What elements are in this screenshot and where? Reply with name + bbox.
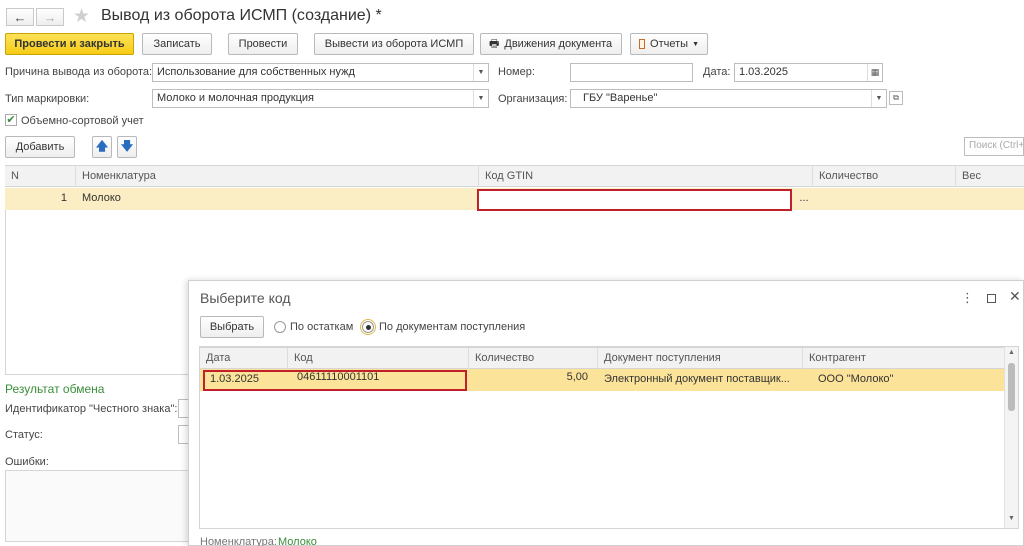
report-icon [639,39,646,49]
dialog-table-header: Дата Код Количество Документ поступления… [200,347,1004,369]
gtin-select-button[interactable]: ... [795,188,813,210]
row-nomenclature: Молоко [82,192,121,204]
table-area [5,210,6,375]
dialog-scrollbar[interactable]: ▲ ▼ [1004,347,1018,528]
search-input[interactable]: Поиск (Ctrl+F) [964,137,1024,156]
maximize-icon[interactable] [987,294,996,303]
open-icon[interactable]: ⧉ [889,91,903,105]
status-field[interactable] [178,425,188,444]
col-weight[interactable]: Вес [956,166,1024,187]
calendar-icon[interactable]: ▦ [867,64,882,81]
radio-dot [365,324,371,330]
arrow-right-icon: → [43,9,57,25]
status-label: Статус: [5,429,43,441]
dialog-table-row[interactable]: 1.03.2025 04611110001101 5,00 Электронны… [200,369,1004,391]
printer-icon: 🖶 [489,37,500,50]
reports-button[interactable]: Отчеты ▼ [630,33,708,55]
scroll-down-icon[interactable]: ▼ [1008,515,1015,522]
organization-label: Организация: [498,93,568,105]
row-date: 1.03.2025 [210,373,259,385]
errors-label: Ошибки: [5,456,49,468]
withdraw-ismp-button[interactable]: Вывести из оборота ИСМП [314,33,474,55]
arrow-down-icon: 🡇 [120,138,134,153]
move-up-button[interactable]: 🡅 [92,136,112,158]
arrow-left-icon: ← [13,9,27,25]
chevron-down-icon: ▼ [692,40,699,48]
col-code[interactable]: Код [288,348,469,369]
organization-field[interactable]: ГБУ "Варенье" ▼ [570,89,887,108]
radio-docs-label: По документам поступления [379,321,526,333]
footer-nomenclature-value: Молоко [278,536,317,546]
select-code-dialog: Выберите код ⋮ ✕ Выбрать По остаткам По … [188,280,1024,546]
chevron-down-icon[interactable]: ▼ [871,90,886,107]
errors-field[interactable] [5,470,188,542]
save-button[interactable]: Записать [142,33,212,55]
table-header: N Номенклатура Код GTIN Количество Вес [5,165,1024,187]
number-label: Номер: [498,66,535,78]
row-receipt-doc: Электронный документ поставщик... [604,373,790,385]
back-button[interactable]: ← [6,8,34,26]
col-quantity[interactable]: Количество [469,348,598,369]
footer-nomenclature-label: Номенклатура: [200,536,277,546]
row-contractor: ООО "Молоко" [818,373,894,385]
add-button[interactable]: Добавить [5,136,75,158]
col-quantity[interactable]: Количество [813,166,956,187]
scroll-up-icon[interactable]: ▲ [1008,349,1015,356]
radio-docs[interactable] [360,319,376,335]
col-date[interactable]: Дата [200,348,288,369]
document-movements-button[interactable]: 🖶 Движения документа [480,33,622,55]
exchange-section-title: Результат обмена [5,382,105,396]
col-gtin[interactable]: Код GTIN [479,166,813,187]
table-row[interactable]: 1 Молоко ... [5,188,1024,211]
row-gtin[interactable] [477,189,792,211]
post-and-close-button[interactable]: Провести и закрыть [5,33,134,55]
scroll-thumb[interactable] [1008,363,1015,411]
row-number: 1 [60,192,67,204]
row-quantity: 5,00 [566,371,588,383]
chz-id-field[interactable] [178,399,188,418]
marking-type-label: Тип маркировки: [5,93,90,105]
row-code: 04611110001101 [297,371,380,383]
checkmark-icon: ✔ [6,113,16,126]
col-nomenclature[interactable]: Номенклатура [76,166,479,187]
reason-label: Причина вывода из оборота: [5,66,153,78]
radio-balance[interactable] [274,321,286,333]
close-icon[interactable]: ✕ [1009,288,1021,305]
date-label: Дата: [703,66,731,78]
arrow-up-icon: 🡅 [95,138,109,153]
forward-button[interactable]: → [36,8,64,26]
marking-type-field[interactable]: Молоко и молочная продукция ▼ [152,89,489,108]
post-button[interactable]: Провести [228,33,298,55]
more-icon[interactable]: ⋮ [961,290,974,306]
chz-id-label: Идентификатор "Честного знака": [5,403,178,415]
reason-field[interactable]: Использование для собственных нужд ▼ [152,63,489,82]
date-field[interactable]: 1.03.2025 ▦ [734,63,883,82]
col-receipt-doc[interactable]: Документ поступления [598,348,803,369]
radio-balance-label: По остаткам [290,321,354,333]
number-field[interactable] [570,63,693,82]
chevron-down-icon[interactable]: ▼ [473,64,488,81]
move-down-button[interactable]: 🡇 [117,136,137,158]
volume-checkbox-label: Объемно-сортовой учет [21,115,144,127]
select-button[interactable]: Выбрать [200,316,264,338]
col-n[interactable]: N [5,166,76,187]
chevron-down-icon[interactable]: ▼ [473,90,488,107]
dialog-title: Выберите код [200,290,291,306]
star-icon[interactable]: ★ [73,5,90,28]
volume-checkbox[interactable]: ✔ [5,114,17,126]
table-area-bottom [5,374,188,375]
col-contractor[interactable]: Контрагент [803,348,1004,369]
page-title: Вывод из оборота ИСМП (создание) * [101,7,382,24]
